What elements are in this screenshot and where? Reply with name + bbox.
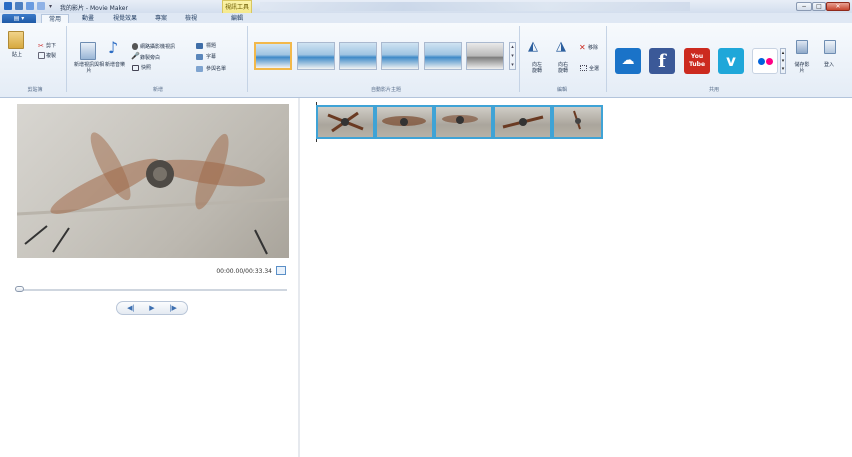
storyboard-clip[interactable]: [434, 105, 493, 139]
webcam-icon[interactable]: [132, 43, 138, 50]
ribbon-separator: [66, 26, 67, 92]
themes-group-label: 自動影片主題: [370, 87, 401, 93]
tab-project[interactable]: 專案: [150, 14, 172, 23]
sign-in-button[interactable]: 登入: [824, 62, 834, 68]
rotate-right-button[interactable]: 向右旋轉: [556, 62, 570, 74]
quick-access-dropdown-icon[interactable]: ▾: [49, 3, 52, 10]
music-note-icon[interactable]: ♪: [108, 40, 118, 56]
paste-button[interactable]: 貼上: [12, 52, 22, 58]
add-group-label: 新增: [152, 87, 163, 93]
paste-icon[interactable]: [8, 31, 24, 49]
youtube-icon[interactable]: You Tube: [684, 48, 710, 74]
caption-button[interactable]: 字幕: [206, 54, 216, 60]
cut-icon[interactable]: ✂: [38, 42, 44, 50]
rotate-left-icon[interactable]: ◭: [528, 40, 538, 54]
clipboard-group-label: 剪貼簿: [27, 87, 43, 93]
sign-in-icon[interactable]: [824, 40, 836, 54]
select-all-button[interactable]: 全選: [589, 66, 599, 72]
rotate-right-icon[interactable]: ◮: [556, 40, 566, 54]
caption-icon[interactable]: [196, 54, 203, 60]
cut-button[interactable]: 剪下: [46, 43, 56, 49]
copy-button[interactable]: 複製: [46, 53, 56, 59]
save-movie-icon[interactable]: [796, 40, 808, 54]
title-button[interactable]: 標題: [206, 43, 216, 49]
context-tab-group-label: 視訊工具: [224, 4, 249, 11]
timecode: 00:00.00/00:33.34: [216, 268, 272, 275]
ribbon-separator: [606, 26, 607, 92]
undo-icon[interactable]: [26, 2, 34, 10]
add-music-button[interactable]: 新增音樂: [105, 62, 125, 68]
fullscreen-button[interactable]: [276, 266, 286, 275]
maximize-button[interactable]: □: [812, 2, 826, 11]
storyboard-clip[interactable]: [316, 105, 375, 139]
clip-thumbnail: [327, 111, 364, 133]
seek-thumb[interactable]: [15, 286, 24, 292]
record-narration-button[interactable]: 錄製旁白: [140, 55, 160, 61]
snapshot-button[interactable]: 快照: [141, 65, 151, 71]
title-icon[interactable]: [196, 43, 203, 49]
storyboard-clip[interactable]: [375, 105, 434, 139]
share-group-label: 共用: [708, 87, 719, 93]
copy-icon[interactable]: [38, 52, 45, 59]
previous-frame-button[interactable]: ◀|: [122, 303, 140, 313]
microphone-icon[interactable]: 🎤: [131, 52, 140, 60]
storyboard-clip[interactable]: [493, 105, 552, 139]
play-button[interactable]: ▶: [143, 303, 161, 313]
app-menu-icon[interactable]: [4, 2, 12, 10]
onedrive-icon[interactable]: ☁: [615, 48, 641, 74]
clip-thumbnail: [442, 115, 478, 124]
theme-fade[interactable]: [339, 42, 377, 70]
redo-icon[interactable]: [37, 2, 45, 10]
tab-animations[interactable]: 動畫: [77, 14, 99, 23]
theme-pan-zoom[interactable]: [381, 42, 419, 70]
theme-cinematic[interactable]: [424, 42, 462, 70]
flickr-icon[interactable]: [752, 48, 778, 74]
seek-bar[interactable]: [17, 289, 287, 291]
window-title: 我的影片 - Movie Maker: [60, 5, 128, 12]
vimeo-icon[interactable]: v: [718, 48, 744, 74]
save-icon[interactable]: [15, 2, 23, 10]
next-frame-button[interactable]: |▶: [164, 303, 182, 313]
facebook-icon[interactable]: f: [649, 48, 675, 74]
remove-button[interactable]: 移除: [588, 45, 598, 51]
tab-edit[interactable]: 編輯: [222, 14, 252, 23]
credits-button[interactable]: 參與名單: [206, 66, 226, 72]
themes-scroll-icon[interactable]: ▴ ▾ ▾: [509, 42, 516, 70]
theme-default[interactable]: [254, 42, 292, 70]
webcam-video-button[interactable]: 網路攝影機視訊: [140, 44, 175, 50]
share-scroll-icon[interactable]: ▴ ▾ ▾: [780, 48, 786, 74]
add-videos-photos-icon[interactable]: [80, 42, 96, 60]
ceiling-fan-image: [17, 132, 289, 255]
ribbon-separator: [247, 26, 248, 92]
pane-splitter[interactable]: [298, 98, 300, 457]
clip-thumbnail: [573, 110, 581, 130]
tab-visual-effects[interactable]: 視覺效果: [108, 14, 142, 23]
close-button[interactable]: ✕: [826, 2, 850, 11]
select-all-icon[interactable]: [580, 65, 587, 71]
file-menu-button[interactable]: ▤ ▾: [2, 14, 36, 23]
theme-contemporary[interactable]: [297, 42, 335, 70]
clip-thumbnail: [502, 115, 544, 129]
remove-icon[interactable]: ✕: [579, 44, 586, 52]
storyboard-clip[interactable]: [552, 105, 603, 139]
tab-view[interactable]: 檢視: [180, 14, 202, 23]
title-bar-background: [260, 2, 690, 11]
credits-icon[interactable]: [196, 66, 203, 72]
rotate-left-button[interactable]: 向左旋轉: [530, 62, 544, 74]
video-preview[interactable]: [17, 104, 289, 258]
add-videos-photos-button[interactable]: 新增視訊與相片: [74, 62, 104, 74]
minimize-button[interactable]: −: [796, 2, 812, 11]
tab-home[interactable]: 常用: [41, 14, 69, 23]
save-movie-button[interactable]: 儲存影片: [794, 62, 810, 74]
snapshot-icon[interactable]: [132, 65, 139, 71]
theme-black-white[interactable]: [466, 42, 504, 70]
clip-thumbnail: [382, 116, 426, 126]
ribbon-separator: [519, 26, 520, 92]
editing-group-label: 編輯: [556, 87, 567, 93]
